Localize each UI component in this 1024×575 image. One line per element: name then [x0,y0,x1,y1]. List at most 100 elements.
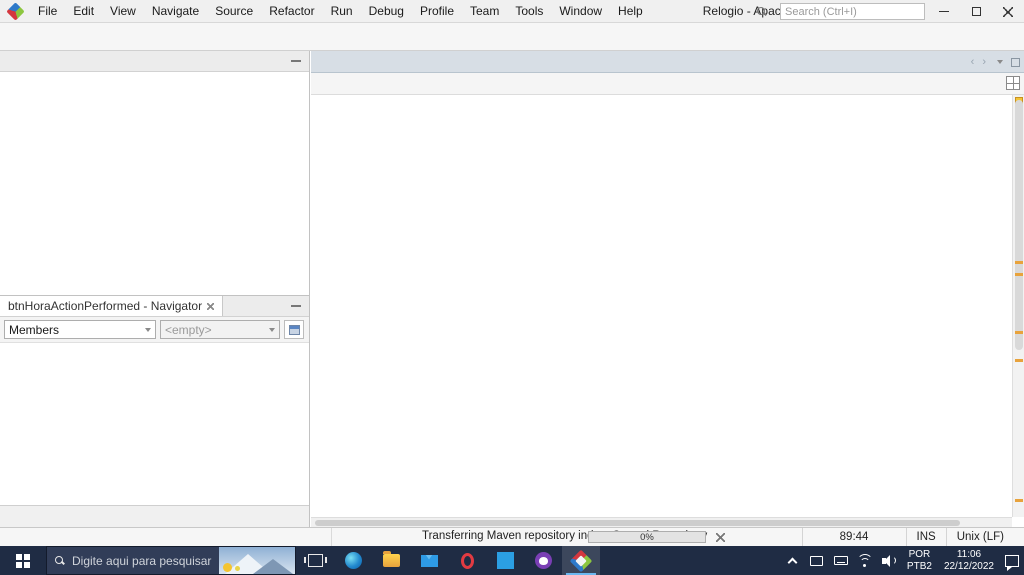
taskbar-app-vscode[interactable] [486,546,524,575]
task-view-button[interactable] [296,546,334,575]
clock[interactable]: 11:0622/12/2022 [938,549,1000,573]
sun-icon [223,563,232,572]
projects-tree [0,72,309,75]
chevron-up-icon [788,557,798,567]
editor-tab-controls: ‹ › [971,51,1020,73]
netbeans-ide-window: { "window": { "title": "Relogio - Apache… [0,0,1024,575]
menu-profile[interactable]: Profile [412,0,462,22]
error-stripe-mark[interactable] [1015,331,1023,334]
taskbar-app-netbeans[interactable] [562,546,600,575]
menu-window[interactable]: Window [551,0,610,22]
insert-mode[interactable]: INS [906,528,946,546]
action-center-button[interactable] [1000,546,1024,575]
code-editor[interactable] [311,95,1012,517]
error-stripe-mark[interactable] [1015,273,1023,276]
chevron-down-icon [269,328,275,332]
menu-help[interactable]: Help [610,0,651,22]
menu-team[interactable]: Team [462,0,507,22]
error-stripe-mark[interactable] [1015,261,1023,264]
maximize-button[interactable] [960,0,992,23]
windows-taskbar: Digite aqui para pesquisar PORPTB2 11:06… [0,546,1024,575]
tab-navigator[interactable]: btnHoraActionPerformed - Navigator [0,296,223,316]
projects-panel-tabs [0,51,309,72]
search-input[interactable]: Search (Ctrl+I) [780,3,925,20]
taskbar-app-github[interactable] [524,546,562,575]
chevron-down-icon [145,328,151,332]
edge-icon [345,552,362,569]
language-indicator[interactable]: PORPTB2 [901,549,938,573]
menu-source[interactable]: Source [207,0,261,22]
menu-run[interactable]: Run [323,0,361,22]
error-stripe-mark[interactable] [1015,499,1023,502]
panel-minimize-icon[interactable] [291,60,301,62]
navigator-filters: Members <empty> [0,317,309,343]
taskbar-app-mail[interactable] [410,546,448,575]
system-tray: PORPTB2 11:0622/12/2022 [781,546,1024,575]
grid-icon [289,325,300,335]
status-left-cell [0,528,332,546]
keyboard-tray-button[interactable] [829,546,853,575]
hidden-icons-button[interactable] [781,546,805,575]
menu-view[interactable]: View [102,0,144,22]
horizontal-scrollbar[interactable] [311,517,1012,527]
status-right-cells: 89:44 INS Unix (LF) [802,528,1014,546]
menu-bar: FileEditViewNavigateSourceRefactorRunDeb… [30,0,651,22]
navigator-filter-bar [0,505,309,527]
ide-search[interactable]: Search (Ctrl+I) [757,3,925,20]
members-filter-select[interactable]: Members [4,320,156,339]
close-tab-icon[interactable] [207,303,214,310]
tablet-icon [810,556,823,566]
inherited-members-toggle[interactable] [284,320,304,339]
editor-area: ‹ › [311,51,1024,527]
title-bar: FileEditViewNavigateSourceRefactorRunDeb… [0,0,1024,23]
task-view-icon [308,554,323,567]
volume-tray-button[interactable] [877,546,901,575]
minimize-button[interactable] [928,0,960,23]
navigator-panel-tabs: btnHoraActionPerformed - Navigator [0,296,309,317]
caret-position: 89:44 [802,528,906,546]
horizontal-scrollbar-thumb[interactable] [315,520,960,526]
error-stripe[interactable] [1012,95,1024,517]
navigator-panel: btnHoraActionPerformed - Navigator Membe… [0,295,310,527]
search-icon[interactable] [757,7,766,16]
taskbar-search[interactable]: Digite aqui para pesquisar [46,546,296,575]
close-button[interactable] [992,0,1024,23]
status-bar: Transferring Maven repository index: Cen… [0,527,1024,546]
taskbar-app-opera[interactable] [448,546,486,575]
mail-icon [421,555,438,567]
wifi-icon [857,555,873,567]
keyboard-icon [834,556,848,565]
network-tray-button[interactable] [853,546,877,575]
start-button[interactable] [0,546,46,575]
vertical-scrollbar[interactable] [1015,100,1023,350]
menu-edit[interactable]: Edit [65,0,102,22]
menu-refactor[interactable]: Refactor [261,0,322,22]
maximize-editor-icon[interactable] [1011,58,1020,67]
split-document-icon[interactable] [1006,76,1020,90]
taskbar-search-placeholder: Digite aqui para pesquisar [72,554,211,568]
scope-filter-select[interactable]: <empty> [160,320,280,339]
window-controls [928,0,1024,23]
opera-icon [461,553,474,569]
netbeans-icon [570,549,593,572]
volume-icon [882,555,896,567]
tab-list-icon[interactable] [997,60,1003,64]
menu-file[interactable]: File [30,0,65,22]
scroll-tabs-right-icon[interactable]: › [982,56,986,68]
editor-toolbar [311,73,1024,95]
error-stripe-mark[interactable] [1015,359,1023,362]
navigator-tab-label: btnHoraActionPerformed - Navigator [8,299,202,313]
taskbar-app-edge[interactable] [334,546,372,575]
search-icon [55,556,64,565]
menu-navigate[interactable]: Navigate [144,0,207,22]
line-ending[interactable]: Unix (LF) [946,528,1014,546]
cancel-progress-icon[interactable] [716,533,725,542]
device-tray-button[interactable] [805,546,829,575]
weather-widget[interactable] [219,547,295,574]
panel-minimize-icon[interactable] [291,305,301,307]
scroll-tabs-left-icon[interactable]: ‹ [971,56,975,68]
windows-logo-icon [16,554,30,568]
menu-tools[interactable]: Tools [507,0,551,22]
menu-debug[interactable]: Debug [361,0,412,22]
taskbar-app-explorer[interactable] [372,546,410,575]
